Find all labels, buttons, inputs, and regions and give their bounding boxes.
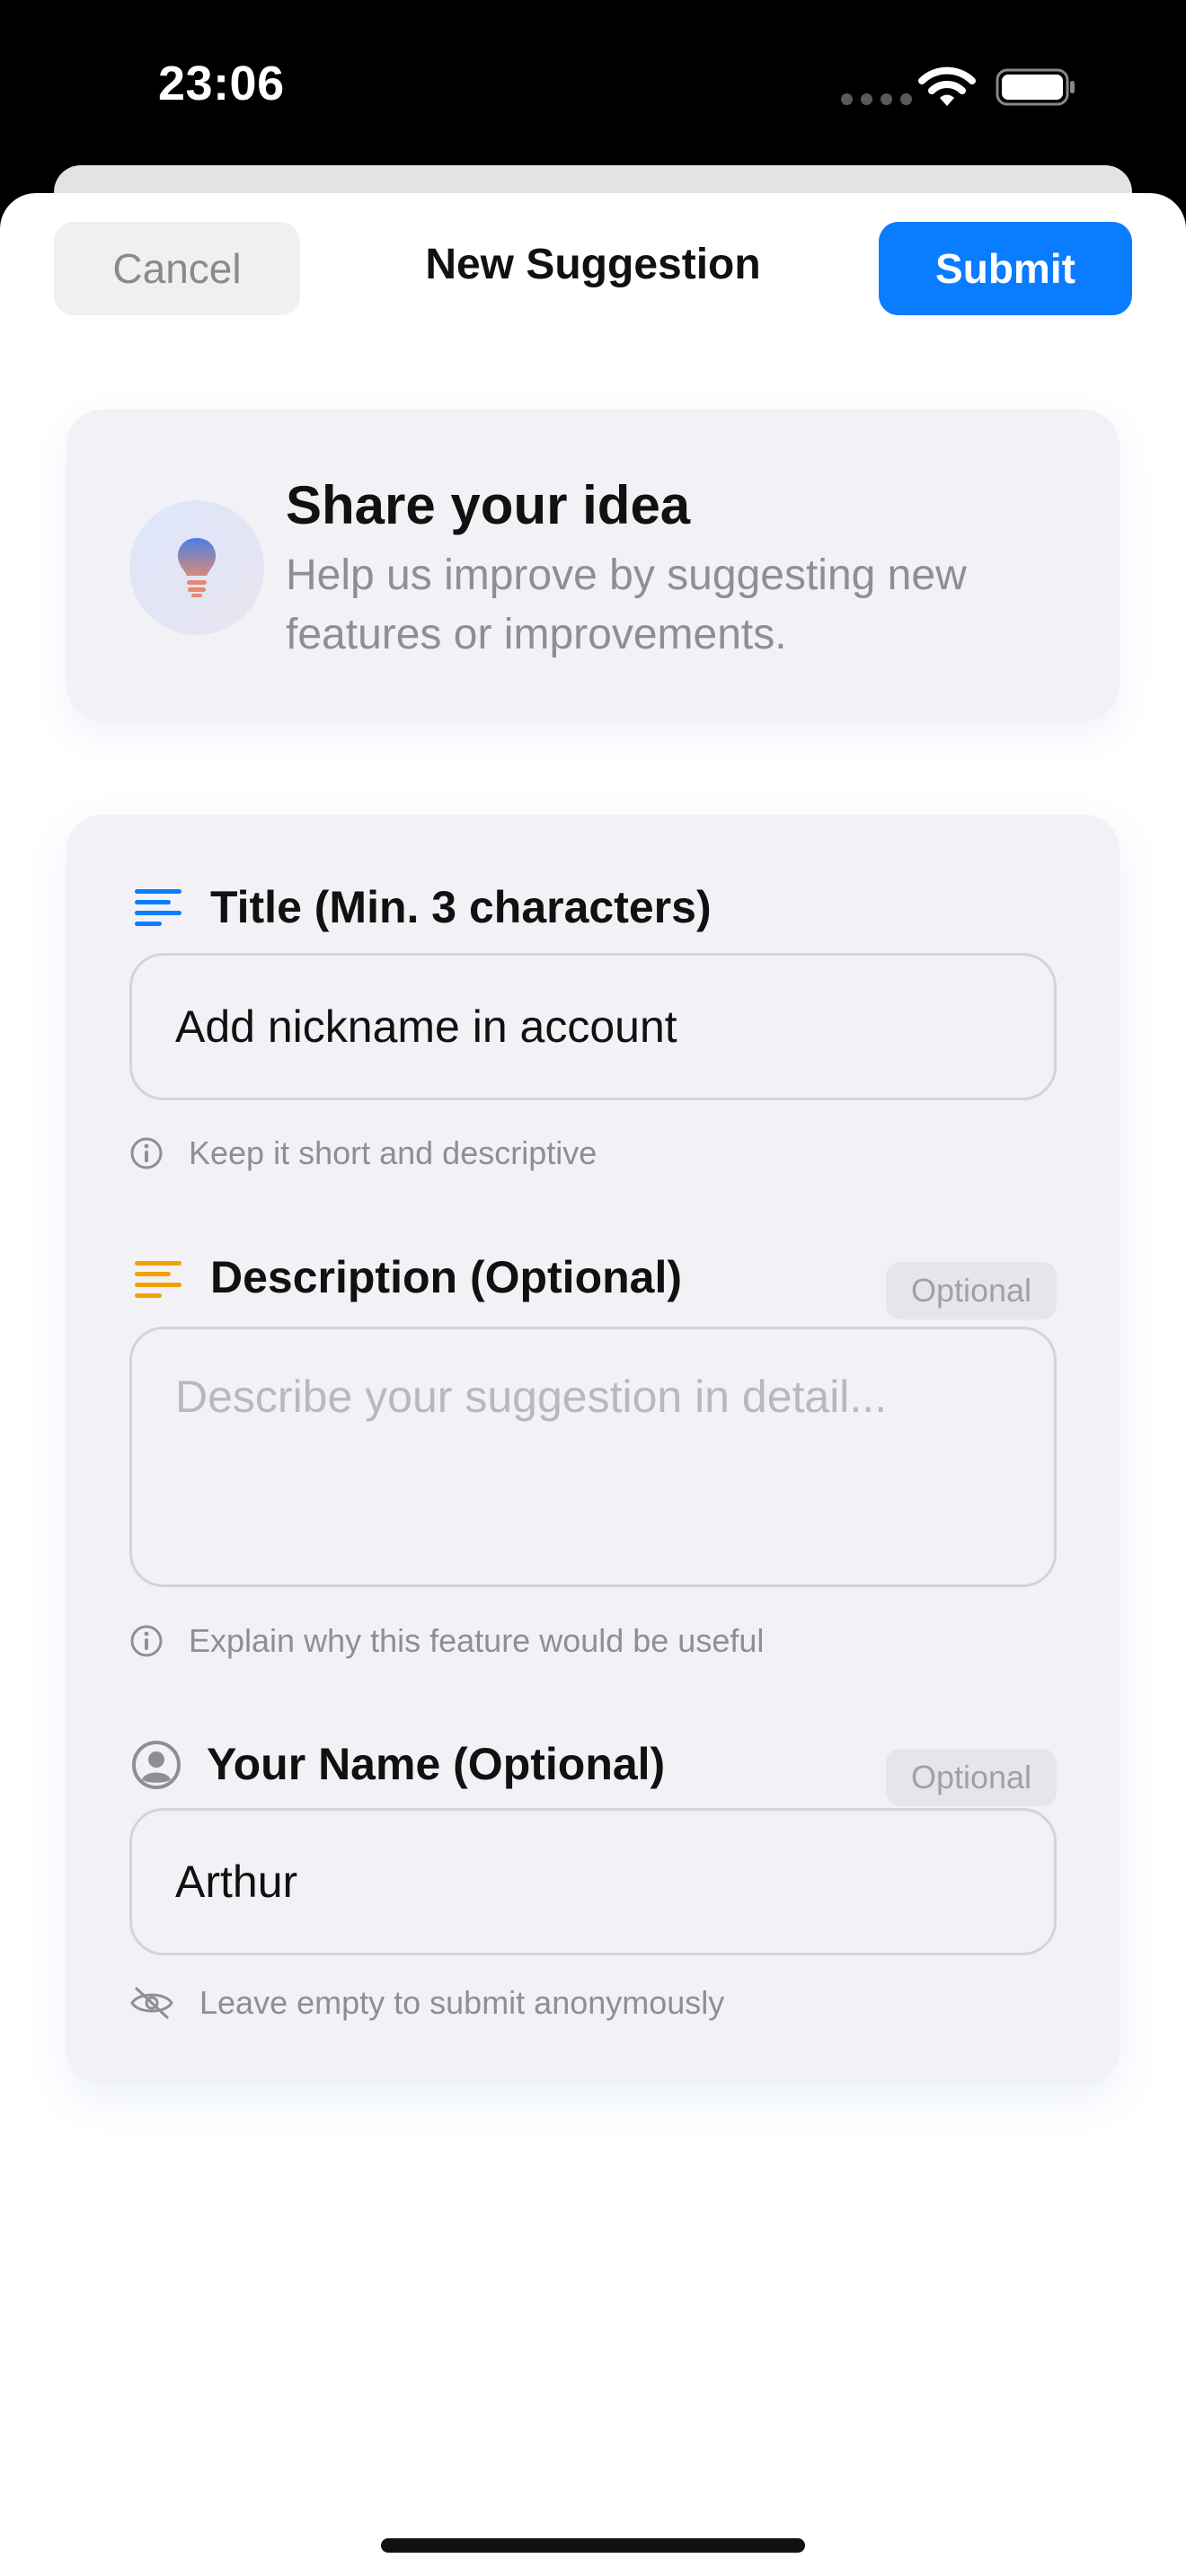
name-input[interactable]: Arthur — [129, 1808, 1057, 1955]
name-field-label: Your Name (Optional) — [207, 1739, 666, 1789]
optional-badge: Optional — [886, 1749, 1057, 1806]
info-icon — [130, 1137, 163, 1169]
new-suggestion-sheet: Cancel New Suggestion Submit Share your … — [0, 193, 1186, 2576]
info-icon — [130, 1625, 163, 1657]
name-hint-text: Leave empty to submit anonymously — [199, 1984, 725, 2021]
intro-subtitle: Help us improve by suggesting new featur… — [286, 551, 967, 658]
home-indicator — [381, 2538, 805, 2553]
title-field-label: Title (Min. 3 characters) — [210, 882, 712, 932]
person-circle-icon — [132, 1741, 181, 1789]
lightbulb-badge — [129, 500, 264, 635]
lightbulb-icon — [178, 538, 216, 597]
status-bar: 23:06 — [0, 0, 1186, 171]
screen: 23:06 Cancel New Suggestion Submit Share… — [0, 0, 1186, 2576]
status-time: 23:06 — [158, 57, 285, 110]
description-hint-text: Explain why this feature would be useful — [189, 1622, 765, 1659]
intro-card: Share your idea Help us improve by sugge… — [66, 410, 1120, 721]
submit-button[interactable]: Submit — [879, 222, 1132, 315]
wifi-icon — [918, 66, 976, 106]
cellular-dots-icon — [841, 93, 912, 105]
title-hint-text: Keep it short and descriptive — [189, 1134, 597, 1171]
description-hint: Explain why this feature would be useful — [129, 1622, 764, 1660]
title-hint: Keep it short and descriptive — [129, 1134, 597, 1172]
suggestion-form: Title (Min. 3 characters) Add nickname i… — [66, 815, 1120, 2085]
battery-icon — [996, 68, 1075, 106]
description-field-label: Description (Optional) — [210, 1252, 682, 1302]
title-input[interactable]: Add nickname in account — [129, 953, 1057, 1100]
text-lines-icon — [135, 889, 181, 926]
optional-badge: Optional — [886, 1262, 1057, 1319]
intro-title: Share your idea — [286, 475, 691, 535]
description-input[interactable]: Describe your suggestion in detail... — [129, 1327, 1057, 1587]
text-lines-icon — [135, 1261, 181, 1298]
eye-slash-icon — [130, 1987, 173, 2019]
name-hint: Leave empty to submit anonymously — [129, 1984, 724, 2022]
